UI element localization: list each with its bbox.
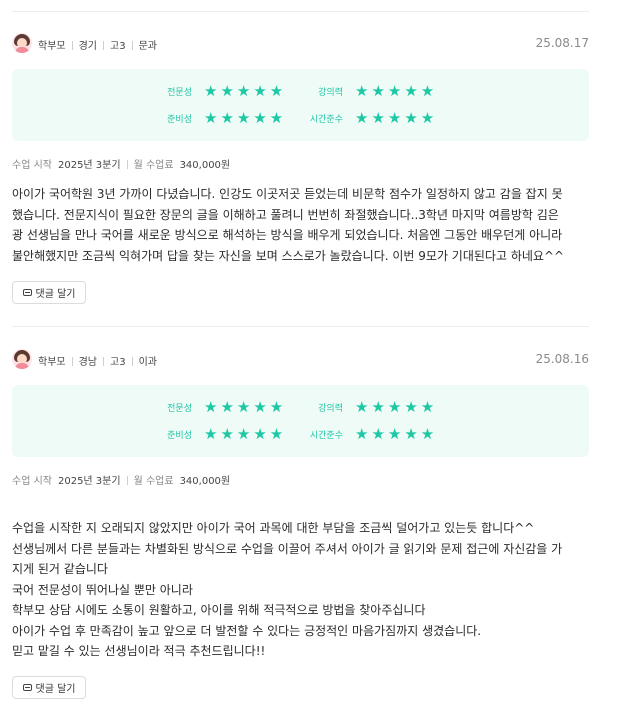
review-line: 광 선생님을 만나 국어를 새로운 방식으로 해석하는 방식을 배우게 되었습니…	[12, 228, 563, 242]
comment-icon	[22, 289, 32, 296]
reviewer-region: 경남	[78, 357, 98, 368]
review-header: 학부모 경남 고3 이과 25.08.16	[12, 349, 589, 375]
review-line: 믿고 맡길 수 있는 선생님이라 적극 추천드립니다!!	[12, 644, 266, 658]
review-date: 25.08.16	[535, 352, 589, 366]
reviewer-type: 학부모	[38, 41, 66, 52]
review-card: 학부모 경기 고3 문과 25.08.17 전문성 ★★★★★ 강의력 ★★★★★ 준…	[12, 33, 589, 304]
reviewer-track: 이과	[138, 357, 157, 368]
review-line: 국어 전문성이 뛰어나실 뿐만 아니라	[12, 582, 193, 597]
reply-button[interactable]: 댓글 달기	[12, 676, 86, 699]
rating-label: 전문성	[167, 88, 192, 98]
review-line: 학부모 상담 시에도 소통이 원활하고, 아이를 위해 적극적으로 방법을 찾아…	[12, 603, 426, 617]
review-line: 수업을 시작한 지 오래되지 않았지만 아이가 국어 과목에 대한 부담을 조금…	[12, 521, 535, 535]
start-label: 수업 시작	[12, 476, 52, 487]
star-icon: ★★★★★	[204, 425, 287, 443]
reviewer-grade: 고3	[110, 357, 126, 368]
fee-label: 월 수업료	[133, 160, 174, 171]
review-line: 아이가 국어학원 3년 가까이 다녔습니다. 인강도 이곳저곳 듣었는데 비문학…	[12, 187, 563, 201]
ratings-panel: 전문성 ★★★★★ 강의력 ★★★★★ 준비성 ★★★★★ 시간준수 ★★★★★	[12, 69, 589, 141]
reviewer-type: 학부모	[38, 357, 66, 368]
fee-label: 월 수업료	[133, 476, 174, 487]
review-body: 아이가 국어학원 3년 가까이 다녔습니다. 인강도 이곳저곳 듣었는데 비문학…	[12, 184, 589, 266]
comment-icon	[22, 684, 32, 691]
rating-label: 준비성	[167, 115, 192, 125]
rating-label: 준비성	[167, 431, 192, 441]
review-line: 선생님께서 다른 분들과는 차별화된 방식으로 수업을 이끌어 주셔서 아이가 …	[12, 541, 563, 556]
rating-label: 시간준수	[309, 115, 343, 125]
rating-label: 강의력	[318, 404, 343, 414]
review-line: 지게 된거 같습니다	[12, 562, 108, 576]
review-line: 불안해했지만 조금씩 익혀가며 답을 찾는 자신을 보며 스스로가 놀랐습니다.…	[12, 248, 565, 263]
reviewer-grade: 고3	[110, 41, 126, 52]
reviewer-meta: 학부모 경남 고3 이과	[38, 353, 157, 368]
review-line: 아이가 수업 후 만족감이 높고 앞으로 더 발전할 수 있다는 긍정적인 마음…	[12, 623, 482, 638]
reviewer-region: 경기	[78, 41, 98, 52]
reviewer-meta: 학부모 경기 고3 문과	[38, 37, 157, 52]
star-icon: ★★★★★	[355, 109, 438, 127]
start-value: 2025년 3분기	[57, 160, 121, 171]
rating-label: 전문성	[167, 404, 192, 414]
rating-label: 시간준수	[309, 431, 343, 441]
review-body: 수업을 시작한 지 오래되지 않았지만 아이가 국어 과목에 대한 부담을 조금…	[12, 518, 589, 662]
review-line: 했습니다. 전문지식이 필요한 장문의 글을 이해하고 풀려니 번번히 좌절했습…	[12, 207, 559, 222]
reply-button[interactable]: 댓글 달기	[12, 281, 86, 304]
reply-label: 댓글 달기	[35, 684, 76, 695]
review-card: 학부모 경남 고3 이과 25.08.16 전문성 ★★★★★ 강의력 ★★★★★ 준…	[12, 349, 589, 699]
lesson-terms: 수업 시작 2025년 3분기 월 수업료 340,000원	[12, 472, 230, 487]
star-icon: ★★★★★	[355, 82, 438, 100]
ratings-panel: 전문성 ★★★★★ 강의력 ★★★★★ 준비성 ★★★★★ 시간준수 ★★★★★	[12, 385, 589, 457]
review-divider	[12, 326, 589, 327]
fee-value: 340,000원	[179, 476, 231, 487]
start-label: 수업 시작	[12, 160, 52, 171]
lesson-terms: 수업 시작 2025년 3분기 월 수업료 340,000원	[12, 156, 230, 171]
reviewer-track: 문과	[138, 41, 157, 52]
fee-value: 340,000원	[179, 160, 231, 171]
parent-avatar-icon	[12, 349, 32, 369]
star-icon: ★★★★★	[204, 82, 287, 100]
star-icon: ★★★★★	[355, 398, 438, 416]
top-divider	[12, 11, 589, 12]
review-header: 학부모 경기 고3 문과 25.08.17	[12, 33, 589, 59]
star-icon: ★★★★★	[355, 425, 438, 443]
star-icon: ★★★★★	[204, 398, 287, 416]
parent-avatar-icon	[12, 33, 32, 53]
rating-label: 강의력	[318, 88, 343, 98]
reply-label: 댓글 달기	[35, 289, 76, 300]
review-date: 25.08.17	[535, 36, 589, 50]
start-value: 2025년 3분기	[57, 476, 121, 487]
star-icon: ★★★★★	[204, 109, 287, 127]
